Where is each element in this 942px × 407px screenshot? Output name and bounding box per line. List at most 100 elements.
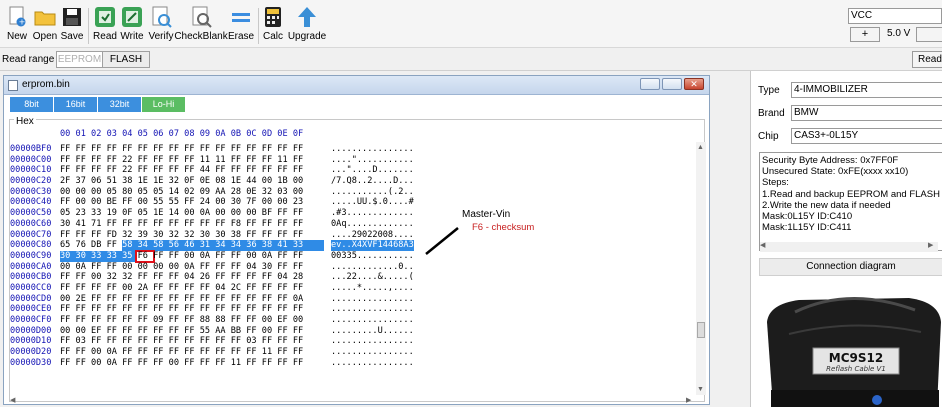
calc-button[interactable]: Calc: [262, 6, 284, 46]
hex-address: 00000CD0: [10, 293, 52, 304]
tab-lo-hi[interactable]: Lo-Hi: [142, 97, 185, 112]
tab-8bit[interactable]: 8bit: [10, 97, 53, 112]
read-range-selector: EEPROM FLASH: [56, 51, 150, 68]
verify-button[interactable]: Verify: [148, 6, 174, 46]
hex-ascii[interactable]: ....29022008....: [331, 230, 414, 241]
hex-ascii[interactable]: ...."...........: [331, 155, 414, 166]
hex-address: 00000C40: [10, 197, 52, 208]
connection-diagram-button[interactable]: Connection diagram: [759, 258, 942, 276]
hex-bytes[interactable]: FF FF FF FF 22 FF FF FF FF 44 FF FF FF F…: [60, 165, 303, 176]
tab-16bit[interactable]: 16bit: [54, 97, 97, 112]
read-chip-icon: [94, 6, 116, 28]
checkblank-icon: [190, 6, 212, 28]
hex-bytes[interactable]: FF FF 00 32 32 FF FF FF 04 26 FF FF FF F…: [60, 272, 303, 283]
scroll-up-icon[interactable]: ▲: [697, 144, 704, 151]
scroll-right-icon[interactable]: ▶: [686, 396, 691, 404]
brand-field[interactable]: BMW: [791, 105, 942, 121]
read-button[interactable]: Read: [912, 51, 942, 68]
scroll-right-icon[interactable]: ▶: [928, 241, 933, 249]
hex-ascii[interactable]: ..."....D.......: [331, 165, 414, 176]
voltage-select[interactable]: VCC: [848, 8, 942, 24]
eeprom-option[interactable]: EEPROM: [57, 52, 103, 67]
toolbar-separator: [88, 8, 89, 44]
hex-bytes[interactable]: 30 41 71 FF FF FF FF FF FF FF FF F8 FF F…: [60, 219, 303, 230]
hex-bytes[interactable]: 30 30 33 33 35 F6 FF FF 00 0A FF FF 00 0…: [60, 251, 303, 262]
reflash-cable-image: MC9S12 Reflash Cable V1: [767, 297, 941, 407]
hex-ascii[interactable]: .....*.....,....: [331, 283, 414, 294]
open-button[interactable]: Open: [33, 6, 57, 46]
scroll-left-icon[interactable]: ◀: [760, 241, 765, 249]
hex-ascii[interactable]: /7.Q8..2....D...: [331, 176, 414, 187]
scroll-left-icon[interactable]: ◀: [10, 396, 15, 404]
info-line: 2.Write the new data if needed: [762, 199, 891, 211]
hex-address: 00000D10: [10, 336, 52, 347]
hex-bytes[interactable]: FF FF FF FF 00 2A FF FF FF FF 04 2C FF F…: [60, 283, 303, 294]
hex-ascii[interactable]: ................: [331, 347, 414, 358]
hex-bytes[interactable]: FF FF FF FF FF FF FF FF FF FF FF FF FF F…: [60, 304, 303, 315]
info-horizontal-scrollbar[interactable]: ◀ ▶: [760, 242, 938, 252]
hex-ascii[interactable]: ................: [331, 144, 414, 155]
hex-bytes[interactable]: FF FF FF FD 32 39 30 32 32 30 30 38 FF F…: [60, 230, 303, 241]
hex-view[interactable]: 00 01 02 03 04 05 06 07 08 09 0A 0B 0C 0…: [10, 128, 696, 392]
hex-bytes[interactable]: FF FF FF FF FF FF 09 FF FF 88 88 FF FF 0…: [60, 315, 303, 326]
flash-option[interactable]: FLASH: [103, 52, 149, 67]
scroll-down-icon[interactable]: ▼: [697, 386, 704, 393]
toolbar-separator: [258, 8, 259, 44]
hex-ascii[interactable]: 00335...........: [331, 251, 414, 262]
hex-ascii[interactable]: 0Aq.............: [331, 219, 414, 230]
read-range-label: Read range: [2, 54, 55, 65]
type-field[interactable]: 4-IMMOBILIZER: [791, 82, 942, 98]
hex-bytes[interactable]: FF 00 00 BE FF 00 55 55 FF 24 00 30 7F 0…: [60, 197, 303, 208]
write-chip-button[interactable]: Write: [120, 6, 144, 46]
horizontal-scrollbar[interactable]: ◀ ▶: [10, 396, 696, 404]
voltage-minus-button[interactable]: [916, 27, 942, 42]
hex-ascii[interactable]: ................: [331, 358, 414, 369]
window-title: erprom.bin: [22, 79, 70, 90]
tab-32bit[interactable]: 32bit: [98, 97, 141, 112]
close-icon[interactable]: ✕: [684, 78, 704, 90]
hex-bytes[interactable]: 00 00 EF FF FF FF FF FF FF 55 AA BB FF 0…: [60, 326, 303, 337]
chip-field[interactable]: CAS3+-0L15Y: [791, 128, 942, 144]
hex-bytes[interactable]: 00 0A FF FF 00 00 00 00 0A FF FF FF 04 3…: [60, 262, 303, 273]
read-chip-button[interactable]: Read: [93, 6, 117, 46]
hex-ascii[interactable]: ................: [331, 315, 414, 326]
hex-ascii[interactable]: ................: [331, 294, 414, 305]
vertical-scrollbar[interactable]: ▲ ▼: [696, 142, 706, 395]
erase-button[interactable]: Erase: [228, 6, 254, 46]
hex-bytes[interactable]: FF FF 00 0A FF FF FF FF FF FF FF FF FF 1…: [60, 347, 303, 358]
open-label: Open: [32, 31, 58, 42]
hex-ascii[interactable]: ................: [331, 304, 414, 315]
hex-ascii[interactable]: ...22....&.....(: [331, 272, 414, 283]
maximize-icon[interactable]: [662, 78, 682, 90]
hex-bytes[interactable]: 05 23 33 19 0F 05 1E 14 00 0A 00 00 00 B…: [60, 208, 303, 219]
hex-bytes[interactable]: FF FF FF FF FF FF FF FF FF FF FF FF FF F…: [60, 144, 303, 155]
hex-address: 00000C90: [10, 250, 52, 261]
hex-ascii[interactable]: ...........(.2..: [331, 187, 414, 198]
calculator-icon: [262, 6, 284, 28]
hex-bytes[interactable]: 65 76 DB FF 58 34 58 56 46 31 34 34 36 3…: [60, 240, 303, 251]
hex-bytes[interactable]: FF 03 FF FF FF FF FF FF FF FF FF FF 03 F…: [60, 336, 303, 347]
save-button[interactable]: Save: [61, 6, 83, 46]
hex-bytes[interactable]: 2F 37 06 51 38 1E 1E 32 0F 0E 08 1E 44 0…: [60, 176, 303, 187]
floppy-icon: [61, 6, 83, 28]
type-label: Type: [758, 85, 780, 96]
hex-address: 00000CF0: [10, 315, 52, 325]
scrollbar-thumb[interactable]: [697, 322, 705, 338]
hex-ascii[interactable]: .....UU.$.0....#: [331, 197, 414, 208]
hex-ascii[interactable]: .............0..: [331, 262, 414, 273]
hex-ascii[interactable]: .........U......: [331, 326, 414, 337]
upgrade-button[interactable]: Upgrade: [288, 6, 326, 46]
window-titlebar[interactable]: erprom.bin ✕: [4, 76, 709, 95]
new-button[interactable]: + New: [4, 6, 30, 46]
hex-bytes[interactable]: FF FF FF FF 22 FF FF FF FF 11 11 FF FF F…: [60, 155, 303, 166]
minimize-icon[interactable]: [640, 78, 660, 90]
hex-ascii[interactable]: .#3.............: [331, 208, 414, 219]
checkblank-button[interactable]: CheckBlank: [174, 6, 228, 46]
svg-text:+: +: [19, 18, 26, 27]
voltage-plus-button[interactable]: +: [850, 27, 880, 42]
hex-bytes[interactable]: 00 00 00 05 80 05 05 14 02 09 AA 28 0E 3…: [60, 187, 303, 198]
hex-ascii[interactable]: ev..X4XVF14468A3: [331, 240, 414, 251]
hex-ascii[interactable]: ................: [331, 336, 414, 347]
hex-bytes[interactable]: 00 2E FF FF FF FF FF FF FF FF FF FF FF F…: [60, 294, 303, 305]
hex-bytes[interactable]: FF FF 00 0A FF FF FF 00 FF FF FF 11 FF F…: [60, 358, 303, 369]
